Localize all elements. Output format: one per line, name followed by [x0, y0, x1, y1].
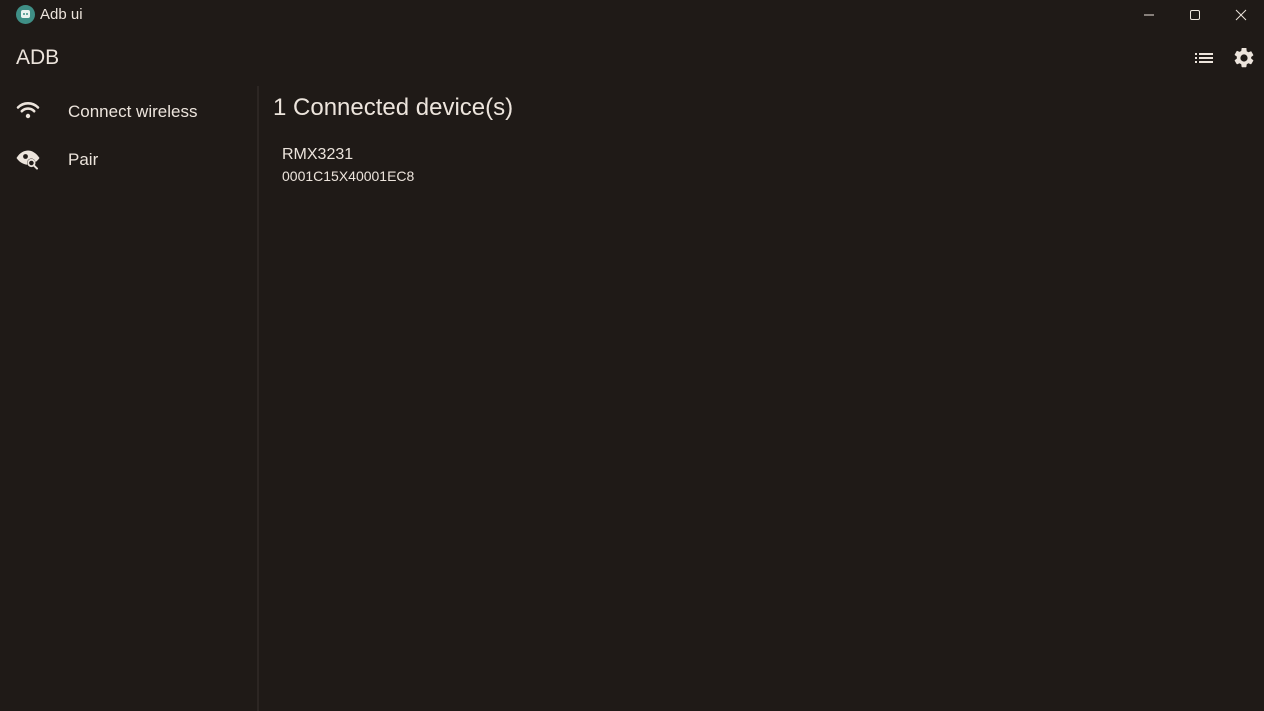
settings-button[interactable] [1232, 46, 1256, 70]
title-bar[interactable]: Adb ui [0, 0, 1264, 30]
close-icon [1235, 9, 1247, 21]
close-button[interactable] [1218, 0, 1264, 30]
device-list-item[interactable]: RMX3231 0001C15X40001EC8 [273, 140, 673, 190]
app-window: Adb ui ADB Connect wireless Pair 1 Conne… [0, 0, 1264, 711]
list-view-button[interactable] [1192, 46, 1216, 70]
minimize-button[interactable] [1126, 0, 1172, 30]
connected-devices-heading: 1 Connected device(s) [273, 94, 514, 121]
list-view-icon [1195, 53, 1213, 63]
device-name: RMX3231 [282, 146, 354, 163]
maximize-icon [1190, 10, 1200, 20]
sidebar-item-label: Pair [68, 150, 99, 169]
sidebar-item-label: Connect wireless [68, 102, 198, 121]
minimize-icon [1144, 14, 1154, 16]
gear-icon [1234, 47, 1254, 68]
window-title: Adb ui [40, 6, 83, 23]
sidebar-item-pair[interactable]: Pair [0, 136, 258, 180]
pair-eye-icon [16, 150, 40, 170]
app-logo-icon [16, 5, 35, 24]
sidebar-item-connect-wireless[interactable]: Connect wireless [0, 88, 258, 132]
page-title: ADB [16, 46, 60, 69]
device-serial: 0001C15X40001EC8 [282, 168, 415, 184]
wifi-icon [16, 102, 40, 119]
sidebar: Connect wireless Pair [0, 86, 258, 711]
maximize-button[interactable] [1172, 0, 1218, 30]
main-content: 1 Connected device(s) RMX3231 0001C15X40… [259, 86, 1264, 711]
